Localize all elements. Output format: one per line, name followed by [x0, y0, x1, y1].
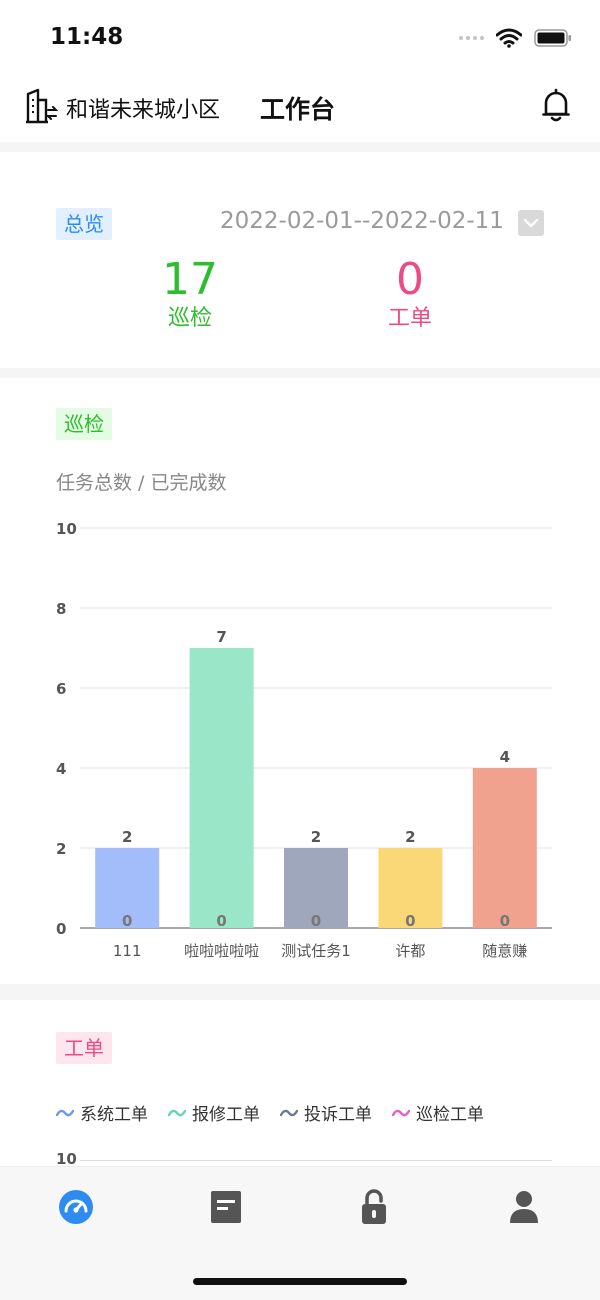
legend-label: 投诉工单	[304, 1105, 372, 1125]
home-indicator	[193, 1278, 407, 1285]
bar-value-label: 2	[122, 828, 132, 846]
user-icon	[510, 1191, 538, 1223]
orders-card: 工单 系统工单 报修工单 投诉工单 巡检工单 10	[0, 1000, 600, 1170]
orders-legend: 系统工单 报修工单 投诉工单 巡检工单	[56, 1100, 484, 1125]
legend-label: 报修工单	[192, 1105, 260, 1125]
overview-tag: 总览	[56, 208, 112, 240]
completed-value-label: 0	[500, 912, 510, 930]
legend-item-complaint[interactable]: 投诉工单	[280, 1100, 372, 1125]
bar[interactable]	[189, 648, 254, 928]
patrol-card: 巡检 任务总数 / 已完成数 0 2 4 6 8 10 2 0 111 7 0 啦啦啦啦啦 2 0 测试任务…	[0, 378, 600, 984]
legend-label: 巡检工单	[416, 1105, 484, 1125]
unlock-icon	[362, 1189, 386, 1224]
date-range[interactable]: 2022-02-01--2022-02-11	[220, 208, 504, 234]
patrol-bar-chart: 0 2 4 6 8 10 2 0 111 7 0 啦啦啦啦啦 2 0 测试任务1 2 0 许都 4 0 随意赚	[56, 520, 552, 960]
y-tick-label: 8	[56, 600, 66, 618]
completed-value-label: 0	[122, 912, 132, 930]
building-icon[interactable]	[24, 88, 58, 124]
tab-documents[interactable]	[206, 1187, 246, 1227]
y-tick-label: 10	[56, 520, 77, 538]
bell-icon[interactable]	[542, 88, 570, 122]
chevron-down-icon	[523, 218, 539, 228]
wifi-icon	[496, 28, 522, 48]
wave-icon	[280, 1109, 298, 1116]
stat-patrol[interactable]: 17 巡检	[130, 256, 250, 332]
legend-item-system[interactable]: 系统工单	[56, 1100, 148, 1125]
dashboard-icon	[59, 1190, 93, 1224]
stat-orders[interactable]: 0 工单	[350, 256, 470, 332]
tab-dashboard[interactable]	[56, 1187, 96, 1227]
x-tick-label: 测试任务1	[281, 942, 351, 960]
status-time: 11:48	[50, 24, 124, 50]
document-icon	[211, 1191, 241, 1223]
y-tick-label: 6	[56, 680, 66, 698]
wave-icon	[56, 1109, 74, 1116]
battery-icon	[534, 29, 571, 47]
completed-value-label: 0	[216, 912, 226, 930]
wave-icon	[168, 1109, 186, 1116]
bar-value-label: 7	[216, 628, 226, 646]
completed-value-label: 0	[405, 912, 415, 930]
x-tick-label: 许都	[395, 942, 425, 960]
bar-value-label: 2	[405, 828, 415, 846]
stat-patrol-label: 巡检	[167, 306, 212, 331]
status-icons	[459, 28, 572, 48]
legend-item-patrol[interactable]: 巡检工单	[392, 1100, 484, 1125]
status-bar: 11:48	[0, 0, 600, 70]
y-tick-label: 0	[56, 920, 66, 938]
stat-orders-label: 工单	[387, 306, 432, 331]
legend-item-repair[interactable]: 报修工单	[168, 1100, 260, 1125]
app-header: 和谐未来城小区 工作台	[0, 70, 600, 142]
orders-gridline	[80, 1160, 552, 1161]
cellular-signal-icon	[459, 36, 484, 40]
bar[interactable]	[472, 768, 537, 928]
bar-value-label: 2	[311, 828, 321, 846]
overview-card: 总览 2022-02-01--2022-02-11 17 巡检 0 工单	[0, 152, 600, 368]
y-tick-label: 4	[56, 760, 66, 778]
date-dropdown-button[interactable]	[518, 210, 544, 236]
wave-icon	[392, 1109, 410, 1116]
stat-orders-value: 0	[396, 254, 424, 305]
y-tick-label: 2	[56, 840, 66, 858]
stat-patrol-value: 17	[162, 254, 218, 305]
community-name[interactable]: 和谐未来城小区	[66, 92, 220, 124]
x-tick-label: 随意赚	[482, 942, 527, 960]
tab-access[interactable]	[354, 1187, 394, 1227]
tab-profile[interactable]	[504, 1187, 544, 1227]
page-title: 工作台	[260, 95, 336, 124]
x-tick-label: 111	[113, 942, 142, 960]
bar-value-label: 4	[500, 748, 510, 766]
x-tick-label: 啦啦啦啦啦	[184, 942, 259, 960]
legend-label: 系统工单	[80, 1105, 148, 1125]
orders-tag: 工单	[56, 1032, 112, 1064]
completed-value-label: 0	[311, 912, 321, 930]
